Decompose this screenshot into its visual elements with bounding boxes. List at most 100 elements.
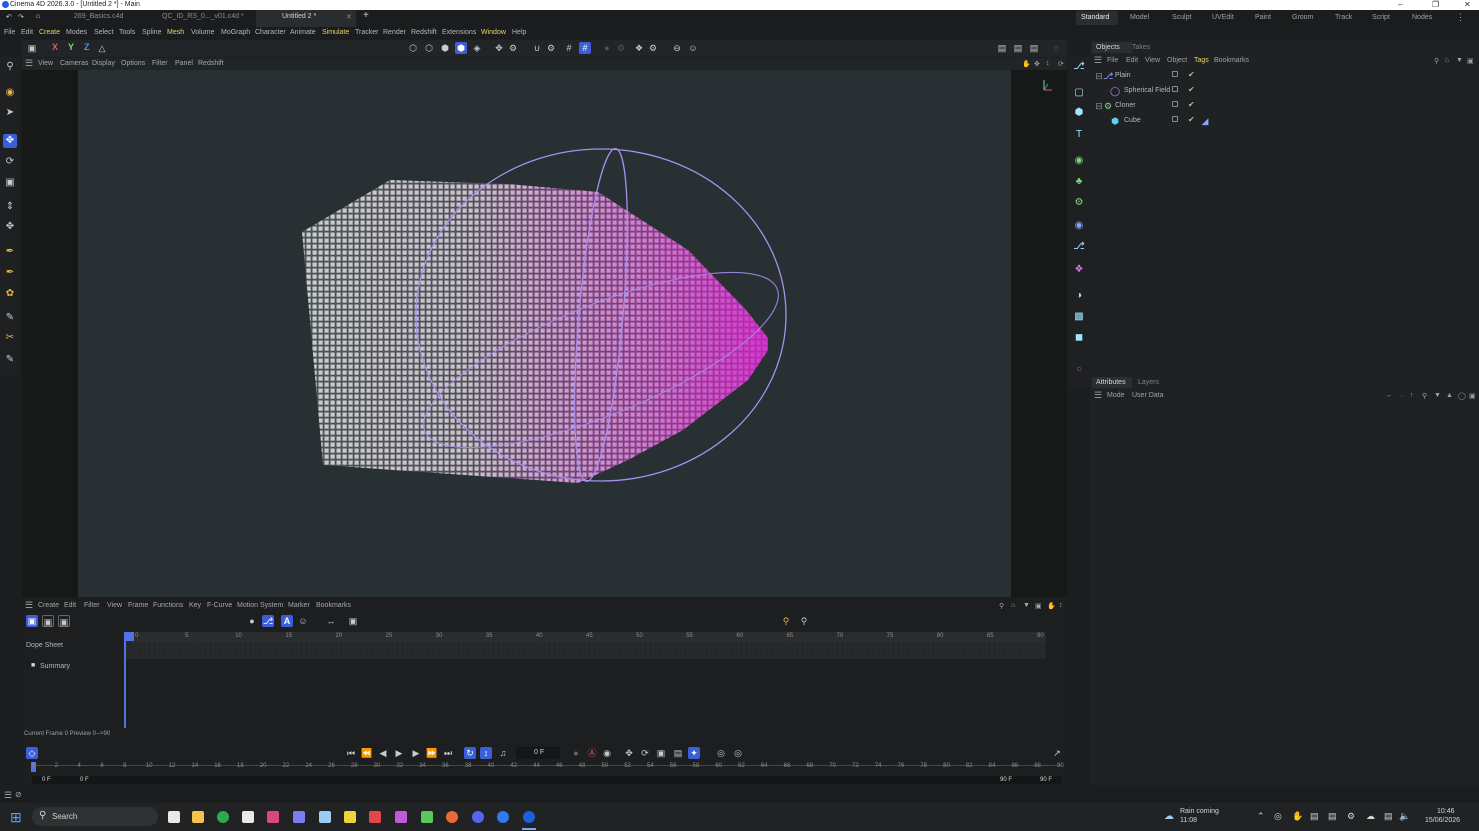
null-object-icon[interactable]: ⎇ [1072, 60, 1086, 74]
motion-clip-icon[interactable]: ◎ [715, 747, 727, 759]
model-mode-icon[interactable]: ▣ [26, 42, 38, 54]
keyframe-selection-icon[interactable]: ◉ [601, 747, 613, 759]
range-end-a[interactable]: 90 F [1000, 777, 1012, 783]
workplane-icon[interactable]: # [579, 42, 591, 54]
person-icon[interactable]: ☺ [687, 42, 699, 54]
render-picture-viewer-icon[interactable]: ▤ [1028, 42, 1040, 54]
extra-icon[interactable]: ○ [1072, 363, 1086, 377]
range-bar[interactable] [32, 776, 1062, 784]
menu-select[interactable]: Select [94, 29, 113, 36]
taskbar-search[interactable]: ⚲ Search [32, 807, 158, 826]
timeline-home-icon[interactable]: ⌂ [1011, 602, 1015, 609]
live-selection-icon[interactable]: ◉ [3, 86, 17, 100]
dope-playhead[interactable] [124, 636, 126, 728]
menu-create[interactable]: Create [39, 29, 60, 36]
key-frame-icon[interactable]: ▣ [347, 615, 359, 627]
task-view-icon[interactable] [168, 811, 180, 823]
timeline-slider-track[interactable] [32, 765, 1062, 766]
brush-tool-icon[interactable]: ✎ [3, 311, 17, 325]
dope-summary-track[interactable] [124, 642, 1046, 659]
timeline-menu-motion-system[interactable]: Motion System [237, 602, 283, 609]
weather-title[interactable]: Rain coming [1180, 808, 1219, 815]
menu-redshift[interactable]: Redshift [411, 29, 437, 36]
axis-mode-icon[interactable]: ✥ [493, 42, 505, 54]
layer-dot[interactable] [1172, 116, 1178, 122]
objects-menu-file[interactable]: File [1107, 57, 1118, 64]
frame-all-icon[interactable]: ↔ [325, 615, 337, 627]
tray-expand-icon[interactable]: ⌃ [1257, 811, 1265, 822]
volume-icon[interactable]: 🔈 [1399, 811, 1410, 822]
objects-menu-edit[interactable]: Edit [1126, 57, 1138, 64]
tab-takes[interactable]: Takes [1132, 44, 1150, 51]
layout-track[interactable]: Track [1335, 14, 1352, 21]
windows-start-icon[interactable]: ⊞ [10, 809, 22, 826]
person-filter-icon[interactable]: ☺ [297, 615, 309, 627]
current-frame-field[interactable]: 0 F [534, 749, 544, 756]
viewport-menu-display[interactable]: Display [92, 60, 115, 67]
marker-add-icon[interactable]: ⚲ [798, 615, 810, 627]
dope-playhead-handle[interactable] [124, 632, 134, 641]
tray-icon-4[interactable]: ▤ [1328, 811, 1337, 822]
mograph-cloner-icon[interactable]: ♣ [1072, 175, 1086, 189]
more-layouts-icon[interactable]: ⋮ [1456, 12, 1465, 23]
layout-script[interactable]: Script [1372, 14, 1390, 21]
y-axis-toggle[interactable]: Y [68, 42, 74, 52]
points-mode-icon[interactable]: ⬡ [407, 42, 419, 54]
phong-tag-icon[interactable]: ◢ [1200, 116, 1210, 126]
layout-standard[interactable]: Standard [1081, 14, 1109, 21]
object-row-cube[interactable]: ⬢ Cube ✔ ◢ [1094, 114, 1474, 128]
render-region-icon[interactable]: ▤ [996, 42, 1008, 54]
camera-icon[interactable]: ▩ [1072, 310, 1086, 324]
spline-pen-icon[interactable]: ✒ [3, 245, 17, 259]
viewport-zoom-icon[interactable]: ↕ [1046, 60, 1050, 67]
viewport-hamburger-icon[interactable]: ☰ [25, 58, 33, 69]
timeline-search-icon[interactable]: ⚲ [999, 602, 1004, 610]
attributes-hamburger-icon[interactable]: ☰ [1094, 390, 1102, 401]
deformer-icon[interactable]: ◉ [1072, 219, 1086, 233]
auto-mode-icon[interactable]: A [281, 615, 293, 627]
layout-paint[interactable]: Paint [1255, 14, 1271, 21]
loop-icon[interactable]: ↻ [464, 747, 476, 759]
layer-dot[interactable] [1172, 71, 1178, 77]
tweak-settings-icon[interactable]: ⚙ [507, 42, 519, 54]
objects-menu-tags[interactable]: Tags [1194, 57, 1209, 64]
enabled-check-icon[interactable]: ✔ [1188, 100, 1195, 109]
environment-icon[interactable]: ◑ [1072, 289, 1086, 303]
timeline-menu-functions[interactable]: Functions [153, 602, 183, 609]
tab-layers[interactable]: Layers [1138, 379, 1159, 386]
home-icon[interactable]: ⌂ [36, 13, 40, 20]
previous-key-icon[interactable]: ⏪ [361, 747, 373, 759]
objects-menu-object[interactable]: Object [1167, 57, 1187, 64]
menu-character[interactable]: Character [255, 29, 286, 36]
enabled-check-icon[interactable]: ✔ [1188, 115, 1195, 124]
param-key-icon[interactable]: ▤ [672, 747, 684, 759]
spline-sketch-icon[interactable]: ✒ [3, 266, 17, 280]
app-icon-1[interactable] [267, 811, 279, 823]
object-row-cloner[interactable]: ⊟ ⚙ Cloner ✔ [1094, 99, 1474, 113]
viewport-menu-cameras[interactable]: Cameras [60, 60, 88, 67]
viewport-rotate-icon[interactable]: ⟳ [1058, 60, 1064, 68]
menu-tracker[interactable]: Tracker [355, 29, 378, 36]
scale-key-icon[interactable]: ▣ [655, 747, 667, 759]
effector-icon[interactable]: ⚙ [1072, 196, 1086, 210]
nvidia-icon[interactable] [421, 811, 433, 823]
attributes-search-icon[interactable]: ⚲ [1422, 392, 1427, 400]
menu-animate[interactable]: Animate [290, 29, 316, 36]
attributes-menu-mode[interactable]: Mode [1107, 392, 1125, 399]
go-to-end-icon[interactable]: ⏭ [442, 747, 454, 759]
app-icon-3[interactable] [344, 811, 356, 823]
timeline-menu-bookmarks[interactable]: Bookmarks [316, 602, 351, 609]
marker-icon[interactable]: ⚲ [780, 615, 792, 627]
viewport-menu-view[interactable]: View [38, 60, 53, 67]
status-check-icon[interactable]: ⊘ [15, 790, 22, 799]
unreal-icon[interactable] [242, 811, 254, 823]
menu-volume[interactable]: Volume [191, 29, 214, 36]
undo-icon[interactable]: ↶ [6, 13, 12, 21]
grid-snap-icon[interactable]: # [563, 42, 575, 54]
x-axis-toggle[interactable]: X [52, 42, 58, 52]
chrome-icon[interactable] [217, 811, 229, 823]
minimize-icon[interactable]: – [1398, 0, 1402, 9]
sphere-icon[interactable]: ● [246, 615, 258, 627]
tray-icon-1[interactable]: ◎ [1274, 811, 1282, 822]
attributes-up-icon[interactable]: ↑ [1410, 392, 1414, 399]
